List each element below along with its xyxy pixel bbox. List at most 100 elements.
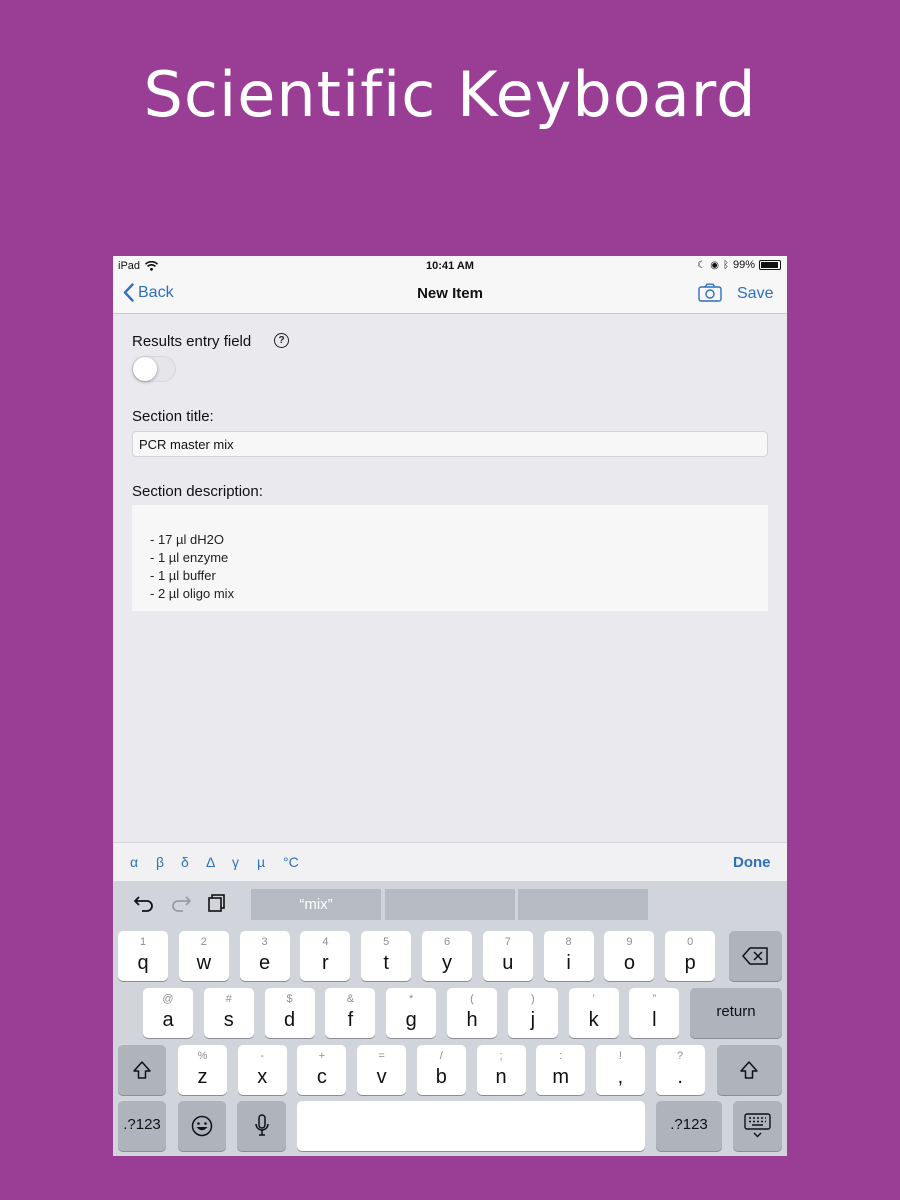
moon-icon: ☾: [697, 259, 707, 271]
shift-icon: [133, 1061, 151, 1079]
key-p[interactable]: 0p: [665, 931, 716, 981]
key-i[interactable]: 8i: [543, 931, 594, 981]
section-title-input[interactable]: [132, 431, 768, 457]
keyboard-dismiss-key[interactable]: [733, 1101, 782, 1151]
status-bar: iPad 10:41 AM ☾ ◉ ᛒ 99%: [113, 256, 787, 276]
space-key[interactable]: [297, 1101, 645, 1151]
section-description-field[interactable]: - 17 µl dH2O - 1 µl enzyme - 1 µl buffer…: [132, 505, 768, 611]
paste-icon[interactable]: [206, 893, 228, 913]
key-primary-label: v: [376, 1066, 387, 1088]
key-primary-label: x: [257, 1066, 268, 1088]
key-m[interactable]: :m: [536, 1045, 586, 1095]
description-line: - 2 µl oligo mix: [150, 586, 235, 601]
key-secondary-label: 6: [443, 936, 451, 948]
key-u[interactable]: 7u: [482, 931, 533, 981]
symbol-degrees-celsius[interactable]: °C: [283, 854, 299, 870]
undo-icon[interactable]: [133, 893, 155, 913]
keyboard: “mix” 1q2w3e4r5t6y7u8i9o0p @ a # s $ d & f * g(h)…: [113, 881, 787, 1156]
key-v[interactable]: = v: [357, 1045, 407, 1095]
key-l[interactable]: ” l: [629, 988, 680, 1038]
key-secondary-label: 2: [200, 936, 207, 948]
key-z[interactable]: % z: [178, 1045, 227, 1095]
symbol-beta[interactable]: β: [156, 854, 164, 870]
symbol-alpha[interactable]: α: [130, 854, 138, 870]
numbers-label: .?123: [123, 1116, 161, 1133]
key-q[interactable]: 1q: [118, 931, 168, 981]
key-secondary-label: $: [286, 993, 293, 1005]
emoji-key[interactable]: [178, 1101, 226, 1151]
symbol-micro[interactable]: µ: [257, 854, 265, 870]
backspace-icon: [742, 947, 768, 965]
key-n[interactable]: ; n: [476, 1045, 526, 1095]
key-primary-label: p: [684, 952, 696, 974]
suggestion-1[interactable]: “mix”: [251, 889, 381, 920]
symbol-capital-delta[interactable]: Δ: [206, 854, 215, 870]
key-x[interactable]: -x: [237, 1045, 287, 1095]
save-button[interactable]: Save: [737, 285, 773, 303]
key-secondary-label: %: [197, 1050, 208, 1062]
navigation-bar: Back New Item Save: [113, 276, 787, 314]
key-primary-label: m: [552, 1066, 570, 1088]
key-c[interactable]: + c: [297, 1045, 347, 1095]
redo-icon[interactable]: [170, 893, 192, 913]
return-key[interactable]: return: [690, 988, 782, 1038]
keyboard-dismiss-icon: [744, 1113, 771, 1138]
camera-button[interactable]: [698, 283, 722, 307]
key-a[interactable]: @ a: [143, 988, 193, 1038]
suggestion-2[interactable]: [385, 889, 515, 920]
numbers-label: .?123: [670, 1116, 708, 1133]
done-button[interactable]: Done: [733, 854, 771, 871]
key-secondary-label: ”: [652, 993, 657, 1005]
key-g[interactable]: * g: [386, 988, 437, 1038]
headline: Scientific Keyboard: [143, 58, 757, 131]
key-secondary-label: 9: [626, 936, 633, 948]
key-secondary-label: *: [409, 993, 414, 1005]
key-d[interactable]: $ d: [264, 988, 315, 1038]
dictation-key[interactable]: [237, 1101, 286, 1151]
key-e[interactable]: 3e: [239, 931, 290, 981]
key-secondary-label: :: [559, 1050, 563, 1062]
numbers-key-left[interactable]: .?123: [118, 1101, 166, 1151]
key-w[interactable]: 2w: [178, 931, 229, 981]
key-r[interactable]: 4r: [300, 931, 351, 981]
key-primary-label: .: [677, 1066, 683, 1088]
key-primary-label: u: [502, 952, 514, 974]
key-secondary-label: 1: [139, 936, 147, 948]
key-.[interactable]: ?.: [655, 1045, 705, 1095]
key-secondary-label: (: [470, 993, 474, 1005]
key-b[interactable]: / b: [416, 1045, 466, 1095]
key-y[interactable]: 6y: [422, 931, 472, 981]
symbol-delta[interactable]: δ: [181, 854, 189, 870]
key-primary-label: s: [223, 1009, 234, 1031]
key-o[interactable]: 9o: [604, 931, 655, 981]
backspace-key[interactable]: [729, 931, 782, 981]
suggestion-3[interactable]: [518, 889, 648, 920]
status-time: 10:41 AM: [426, 260, 474, 272]
section-title-label: Section title:: [132, 408, 214, 425]
key-secondary-label: @: [162, 993, 174, 1005]
key-h[interactable]: (h: [447, 988, 497, 1038]
camera-icon: [698, 283, 722, 302]
key-,[interactable]: !,: [595, 1045, 645, 1095]
key-s[interactable]: # s: [203, 988, 254, 1038]
key-primary-label: z: [197, 1066, 208, 1088]
key-t[interactable]: 5t: [361, 931, 412, 981]
shift-key-right[interactable]: [717, 1045, 782, 1095]
shift-icon: [740, 1061, 758, 1079]
symbol-gamma[interactable]: γ: [232, 854, 239, 870]
key-secondary-label: &: [346, 993, 355, 1005]
shift-key-left[interactable]: [118, 1045, 166, 1095]
numbers-key-right[interactable]: .?123: [656, 1101, 722, 1151]
key-f[interactable]: & f: [325, 988, 376, 1038]
key-k[interactable]: ’ k: [568, 988, 619, 1038]
description-line: - 1 µl enzyme: [150, 550, 229, 565]
toggle-knob: [133, 357, 157, 381]
help-icon[interactable]: ?: [274, 333, 289, 348]
key-j[interactable]: ) j: [507, 988, 558, 1038]
key-secondary-label: 5: [383, 936, 390, 948]
results-entry-toggle[interactable]: [132, 356, 176, 382]
key-primary-label: l: [652, 1009, 657, 1031]
key-primary-label: b: [435, 1066, 447, 1088]
key-secondary-label: ’: [592, 993, 595, 1005]
results-entry-label: Results entry field: [132, 333, 252, 350]
